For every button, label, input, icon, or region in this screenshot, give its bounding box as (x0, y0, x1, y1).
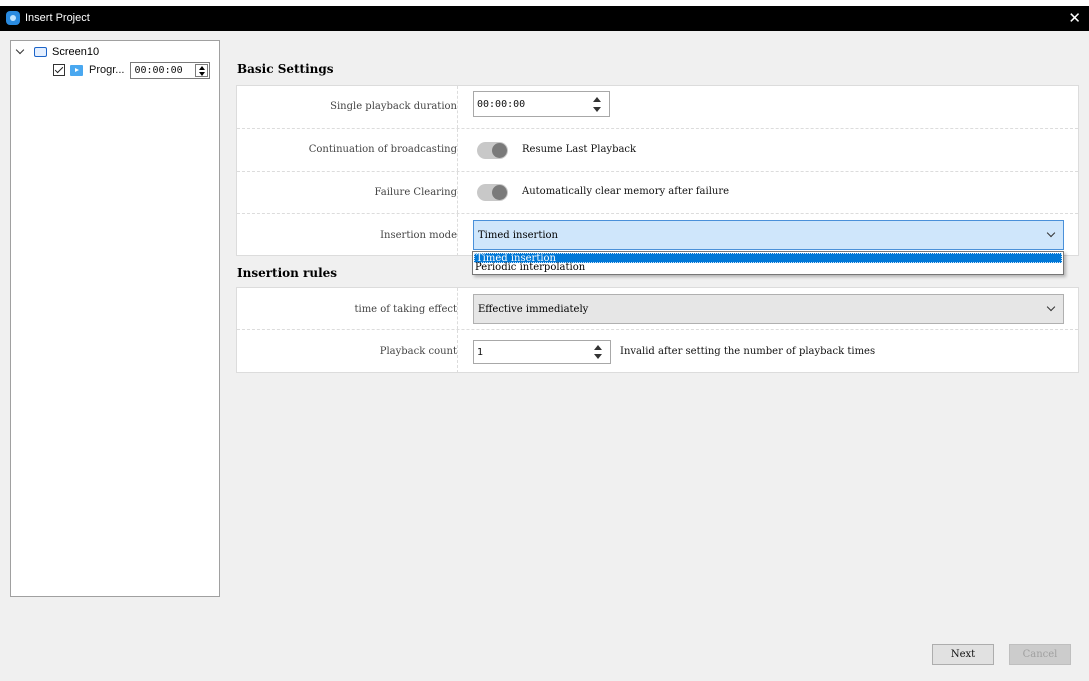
program-time-spinbox[interactable]: 00:00:00 (130, 61, 211, 79)
title-bar: Insert Project ✕ (0, 0, 1089, 31)
basic-settings-panel: Single playback duration 00:00:00 Contin… (236, 85, 1079, 256)
playback-count-spinbox[interactable]: 1 (473, 340, 611, 364)
chevron-down-icon[interactable] (1046, 302, 1056, 312)
row-failure: Failure Clearing Automatically clear mem… (237, 172, 1078, 214)
insertion-mode-dropdown: Timed insertion Periodic interpolation (472, 251, 1064, 275)
spin-arrows-icon[interactable] (195, 63, 209, 77)
row-divider (457, 330, 458, 373)
title-bar-band (0, 6, 1089, 31)
monitor-icon (34, 46, 47, 57)
window-title: Insert Project (25, 12, 90, 24)
insertion-rules-heading: Insertion rules (237, 266, 338, 280)
next-button[interactable]: Next (932, 644, 994, 665)
continuation-label: Continuation of broadcasting (308, 144, 457, 155)
spin-down-icon[interactable] (593, 107, 601, 112)
insertion-mode-select[interactable]: Timed insertion (473, 220, 1064, 250)
failure-clear-toggle-label: Automatically clear memory after failure (522, 186, 730, 197)
spin-down-icon[interactable] (594, 354, 602, 359)
tree-item-program[interactable]: Progr... 00:00:00 (53, 61, 211, 79)
screen-label: Screen10 (52, 45, 100, 58)
cancel-button[interactable]: Cancel (1009, 644, 1071, 665)
row-effect-time: time of taking effect Effective immediat… (237, 288, 1078, 330)
close-icon[interactable]: ✕ (1068, 10, 1081, 26)
insertion-mode-value: Timed insertion (478, 230, 558, 241)
row-divider (457, 129, 458, 171)
tree-item-screen[interactable]: Screen10 (16, 44, 99, 59)
basic-settings-heading: Basic Settings (237, 62, 334, 76)
row-continuation: Continuation of broadcasting Resume Last… (237, 129, 1078, 172)
chevron-down-icon[interactable] (1046, 228, 1056, 238)
failure-label: Failure Clearing (374, 187, 458, 198)
duration-label: Single playback duration (330, 101, 457, 112)
chevron-down-icon[interactable] (16, 47, 25, 56)
resume-toggle-label: Resume Last Playback (522, 144, 637, 155)
row-insertion-mode: Insertion mode Timed insertion (237, 214, 1078, 256)
spin-up-icon[interactable] (594, 345, 602, 350)
playback-count-note: Invalid after setting the number of play… (620, 346, 876, 357)
row-playback-count: Playback count 1 Invalid after setting t… (237, 330, 1078, 373)
insertion-rules-panel: time of taking effect Effective immediat… (236, 287, 1079, 373)
duration-spinbox[interactable]: 00:00:00 (473, 91, 610, 117)
playback-count-value: 1 (477, 347, 484, 358)
effect-time-label: time of taking effect (354, 304, 457, 315)
row-divider (457, 86, 458, 128)
effect-time-select[interactable]: Effective immediately (473, 294, 1064, 324)
failure-clear-toggle[interactable] (477, 184, 508, 201)
row-divider (457, 172, 458, 213)
app-icon (6, 11, 20, 25)
program-checkbox[interactable] (53, 64, 65, 76)
row-divider (457, 288, 458, 329)
screen-tree: Screen10 Progr... 00:00:00 (10, 40, 220, 597)
effect-time-value: Effective immediately (478, 304, 589, 315)
program-label: Progr... (89, 64, 125, 76)
row-divider (457, 214, 458, 256)
program-icon (70, 64, 83, 76)
program-time-value: 00:00:00 (134, 64, 183, 76)
resume-toggle[interactable] (477, 142, 508, 159)
insertion-mode-label: Insertion mode (380, 230, 457, 241)
playback-count-label: Playback count (379, 346, 457, 357)
duration-value: 00:00:00 (477, 99, 526, 110)
spin-up-icon[interactable] (593, 97, 601, 102)
option-periodic-interpolation[interactable]: Periodic interpolation (474, 263, 1062, 273)
row-duration: Single playback duration 00:00:00 (237, 86, 1078, 129)
